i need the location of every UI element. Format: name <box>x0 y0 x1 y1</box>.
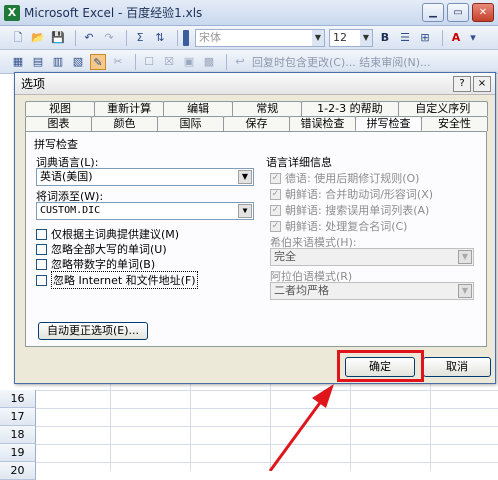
tab-spelling[interactable]: 拼写检查 <box>355 116 422 131</box>
annotation-arrow <box>268 384 334 471</box>
